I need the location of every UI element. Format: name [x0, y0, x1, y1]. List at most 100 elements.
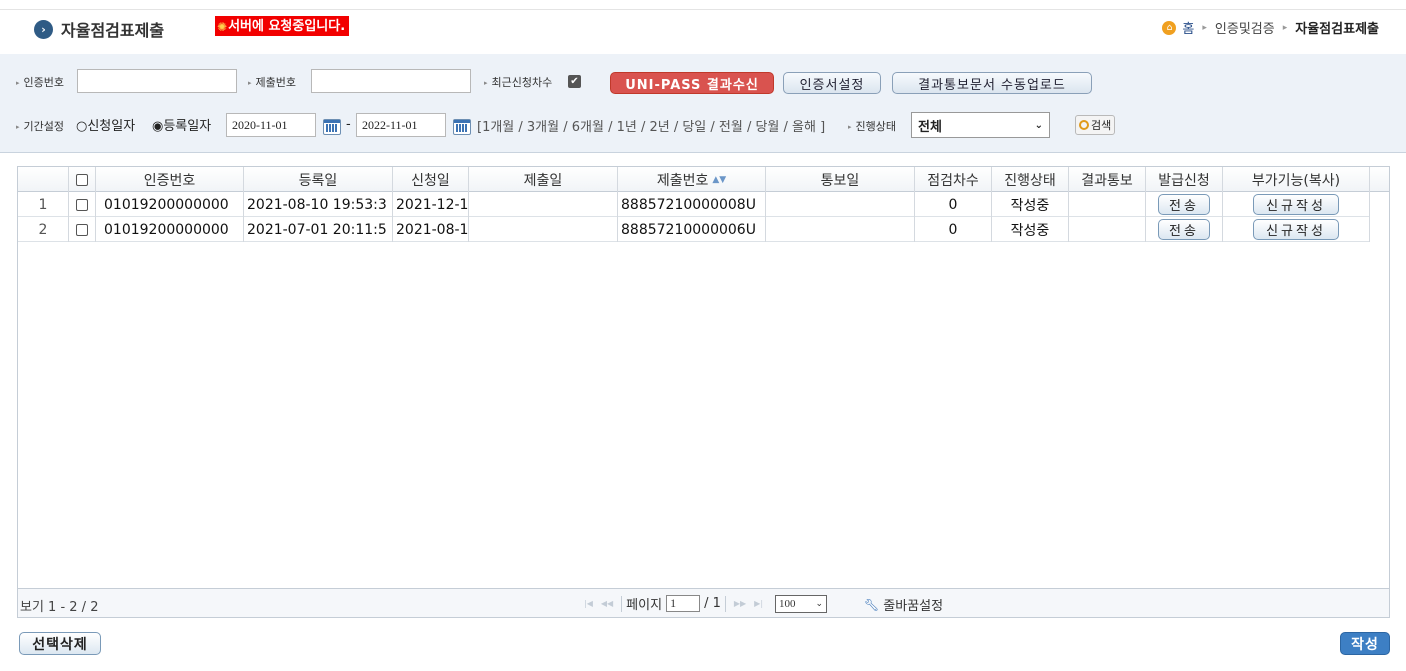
status-select[interactable]: 전체 ⌄: [911, 112, 1050, 138]
send-button[interactable]: 전송: [1158, 194, 1210, 215]
breadcrumb: ⌂ 홈 ▸ 인증및검증 ▸ 자율점검표제출: [1162, 18, 1379, 37]
cell-submit-no: 88857210000006U: [618, 217, 766, 242]
recent-round-label: ▸ 최근신청차수: [484, 76, 553, 89]
unipass-receive-button[interactable]: UNI-PASS 결과수신: [610, 72, 774, 94]
next-page-icon[interactable]: ▶▶: [734, 599, 746, 608]
calendar-icon[interactable]: [453, 119, 471, 135]
server-status-text: 서버에 요청중입니다.: [228, 18, 346, 34]
breadcrumb-current: 자율점검표제출: [1295, 22, 1379, 37]
wrap-setting-label: 줄바꿈설정: [883, 599, 944, 614]
status-label: ▸ 진행상태: [848, 120, 896, 133]
cert-no-input[interactable]: [77, 69, 237, 93]
cell-issue: 전송: [1146, 217, 1223, 242]
recent-round-checkbox[interactable]: ✔: [568, 75, 581, 88]
first-page-icon[interactable]: |◀: [584, 599, 593, 608]
date-from-input[interactable]: 2020-11-01: [226, 113, 316, 137]
table-row[interactable]: 2 01019200000000 2021-07-01 20:11:5 2021…: [18, 217, 1370, 242]
cell-cert-no: 01019200000000: [96, 217, 244, 242]
cell-round: 0: [915, 192, 992, 217]
col-cert-no[interactable]: 인증번호: [96, 167, 244, 192]
page-title: 자율점검표제출: [61, 21, 165, 40]
period-quick-links[interactable]: [1개월 / 3개월 / 6개월 / 1년 / 2년 / 당일 / 전월 / 당…: [477, 116, 825, 135]
date-separator: -: [346, 117, 351, 132]
row-checkbox[interactable]: [76, 223, 88, 236]
search-panel: ▸ 인증번호 ▸ 제출번호 ▸ 최근신청차수 ✔ UNI-PASS 결과수신 인증서설…: [0, 54, 1406, 153]
table-row[interactable]: 1 01019200000000 2021-08-10 19:53:3 2021…: [18, 192, 1370, 217]
cell-reg-date: 2021-08-10 19:53:3: [244, 192, 393, 217]
submit-no-input[interactable]: [311, 69, 471, 93]
delete-selected-button[interactable]: 선택삭제: [19, 632, 101, 655]
send-button[interactable]: 전송: [1158, 219, 1210, 240]
chevron-down-icon: ⌄: [1034, 119, 1043, 131]
bullet-icon: ▸: [248, 79, 252, 87]
col-round[interactable]: 점검차수: [915, 167, 992, 192]
sort-icon: ▲▼: [712, 174, 727, 185]
page-input[interactable]: 1: [666, 595, 701, 612]
col-rownum: [18, 167, 69, 192]
result-grid: 인증번호 등록일 신청일 제출일 제출번호 ▲▼ 통보일 점검차수 진행상태 결과…: [17, 166, 1390, 618]
col-notice-date[interactable]: 통보일: [766, 167, 915, 192]
radio-register-date[interactable]: ◉등록일자: [152, 115, 211, 134]
bullet-icon: ▸: [484, 79, 488, 87]
col-issue[interactable]: 발급신청: [1146, 167, 1223, 192]
last-page-icon[interactable]: ▶|: [754, 599, 763, 608]
cell-cert-no: 01019200000000: [96, 192, 244, 217]
rows-per-page-select[interactable]: 100 ⌄: [775, 594, 828, 613]
view-info: 보기 1 - 2 / 2: [20, 600, 99, 615]
grid-pager: 보기 1 - 2 / 2 |◀ ◀◀ 페이지 1 / 1 ▶▶ ▶| 100 ⌄ …: [18, 588, 1389, 617]
bullet-icon: ▸: [16, 79, 20, 87]
cell-extra: 신규작성: [1223, 192, 1370, 217]
col-submit-date[interactable]: 제출일: [469, 167, 618, 192]
breadcrumb-cert[interactable]: 인증및검증: [1215, 18, 1275, 37]
col-submit-no[interactable]: 제출번호 ▲▼: [618, 167, 766, 192]
col-apply-date[interactable]: 신청일: [393, 167, 469, 192]
col-result[interactable]: 결과통보: [1069, 167, 1146, 192]
new-write-button[interactable]: 신규작성: [1253, 219, 1339, 240]
cert-setting-button[interactable]: 인증서설정: [783, 72, 881, 94]
date-to-input[interactable]: 2022-11-01: [356, 113, 446, 137]
pager-divider: [724, 595, 726, 612]
search-button-label: 검색: [1091, 119, 1112, 132]
bullet-icon: ▸: [16, 123, 20, 131]
page-label: 페이지: [626, 598, 663, 613]
cell-status: 작성중: [992, 217, 1069, 242]
wrap-setting-button[interactable]: 🔧︎ 줄바꿈설정: [864, 595, 944, 615]
col-extra[interactable]: 부가기능(복사): [1223, 167, 1370, 192]
col-status[interactable]: 진행상태: [992, 167, 1069, 192]
cell-apply-date: 2021-12-1: [393, 192, 469, 217]
period-label: ▸ 기간설정: [16, 120, 64, 133]
new-write-button[interactable]: 신규작성: [1253, 194, 1339, 215]
cell-extra: 신규작성: [1223, 217, 1370, 242]
cell-reg-date: 2021-07-01 20:11:5: [244, 217, 393, 242]
wrench-icon: 🔧︎: [864, 597, 880, 612]
cell-notice-date: [766, 217, 915, 242]
chevron-right-circle-icon: ›: [34, 19, 53, 39]
col-reg-date[interactable]: 등록일: [244, 167, 393, 192]
row-checkbox-cell: [69, 217, 96, 242]
bullet-icon: ▸: [848, 123, 852, 131]
cell-round: 0: [915, 217, 992, 242]
cell-result: [1069, 217, 1146, 242]
cell-submit-date: [469, 192, 618, 217]
select-all-checkbox[interactable]: [76, 173, 88, 186]
breadcrumb-separator-icon: ▸: [1202, 22, 1207, 33]
calendar-icon[interactable]: [323, 119, 341, 135]
cell-submit-date: [469, 217, 618, 242]
cert-no-label: ▸ 인증번호: [16, 76, 64, 89]
pagination: |◀ ◀◀ 페이지 1 / 1 ▶▶ ▶| 100 ⌄: [580, 594, 828, 613]
pager-divider: [621, 595, 623, 612]
radio-apply-date[interactable]: ○신청일자: [76, 115, 135, 134]
prev-page-icon[interactable]: ◀◀: [601, 599, 613, 608]
row-checkbox-cell: [69, 192, 96, 217]
cell-notice-date: [766, 192, 915, 217]
write-button[interactable]: 작성: [1340, 632, 1390, 655]
breadcrumb-home[interactable]: 홈: [1182, 18, 1194, 37]
manual-upload-button[interactable]: 결과통보문서 수동업로드: [892, 72, 1092, 94]
home-icon[interactable]: ⌂: [1162, 20, 1177, 35]
cell-status: 작성중: [992, 192, 1069, 217]
server-status-message: ✺ 서버에 요청중입니다.: [215, 16, 350, 36]
search-button[interactable]: 검색: [1075, 115, 1116, 135]
row-checkbox[interactable]: [76, 198, 88, 211]
row-number: 2: [18, 217, 69, 242]
submit-no-label: ▸ 제출번호: [248, 76, 296, 89]
